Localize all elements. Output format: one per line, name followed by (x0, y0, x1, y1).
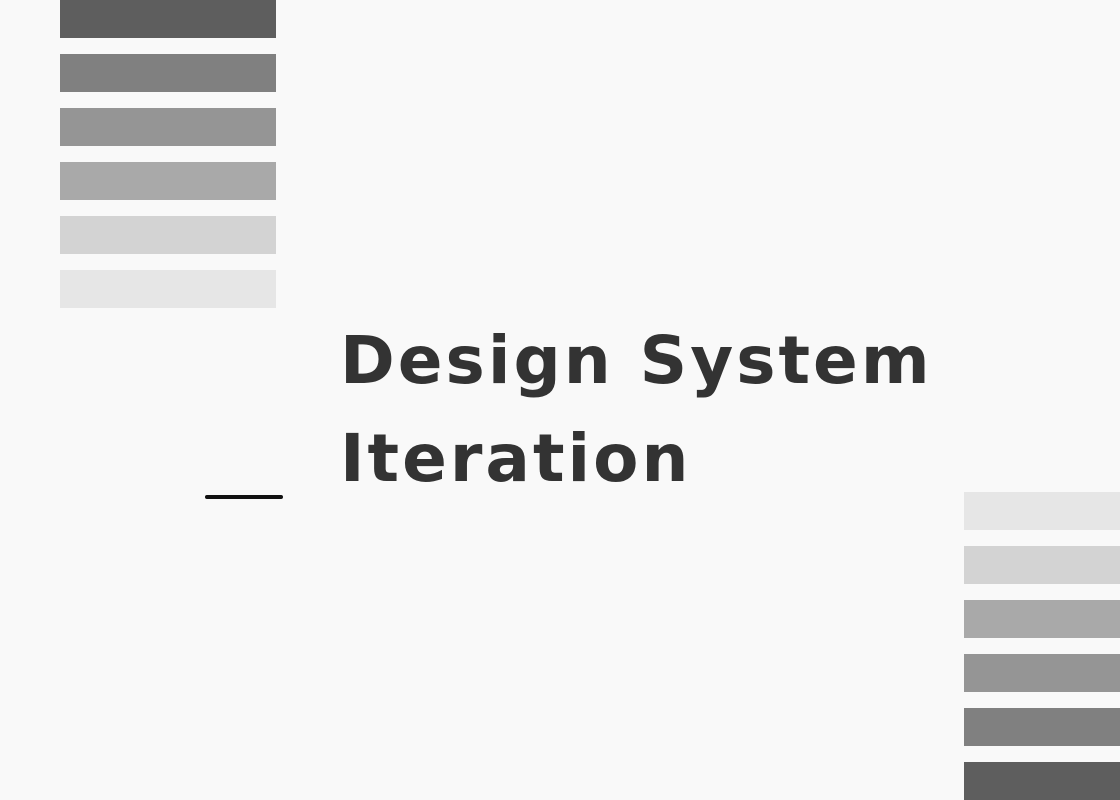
swatch-bar (60, 270, 276, 308)
swatch-stack-bottom-right (964, 492, 1120, 800)
swatch-bar (60, 216, 276, 254)
swatch-bar (964, 762, 1120, 800)
title-line-2: Iteration (340, 420, 692, 497)
title-slide: Design System Iteration (0, 0, 1120, 800)
swatch-bar (964, 546, 1120, 584)
swatch-bar (964, 492, 1120, 530)
swatch-bar (60, 108, 276, 146)
accent-line (205, 495, 283, 499)
swatch-bar (60, 0, 276, 38)
swatch-bar (60, 162, 276, 200)
swatch-bar (60, 54, 276, 92)
page-title: Design System Iteration (340, 312, 1060, 508)
swatch-bar (964, 708, 1120, 746)
swatch-bar (964, 654, 1120, 692)
swatch-stack-top-left (60, 0, 276, 308)
title-line-1: Design System (340, 322, 933, 399)
swatch-bar (964, 600, 1120, 638)
